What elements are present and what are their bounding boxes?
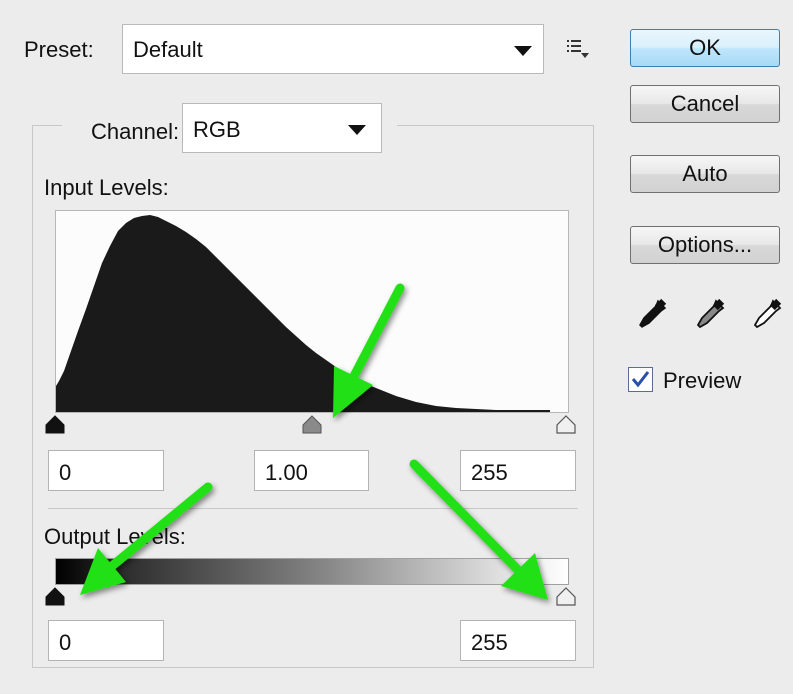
green-arrow-icon — [80, 482, 213, 595]
annotation-arrows — [80, 283, 548, 600]
green-arrow-icon — [409, 459, 548, 600]
green-arrow-icon — [333, 283, 405, 418]
